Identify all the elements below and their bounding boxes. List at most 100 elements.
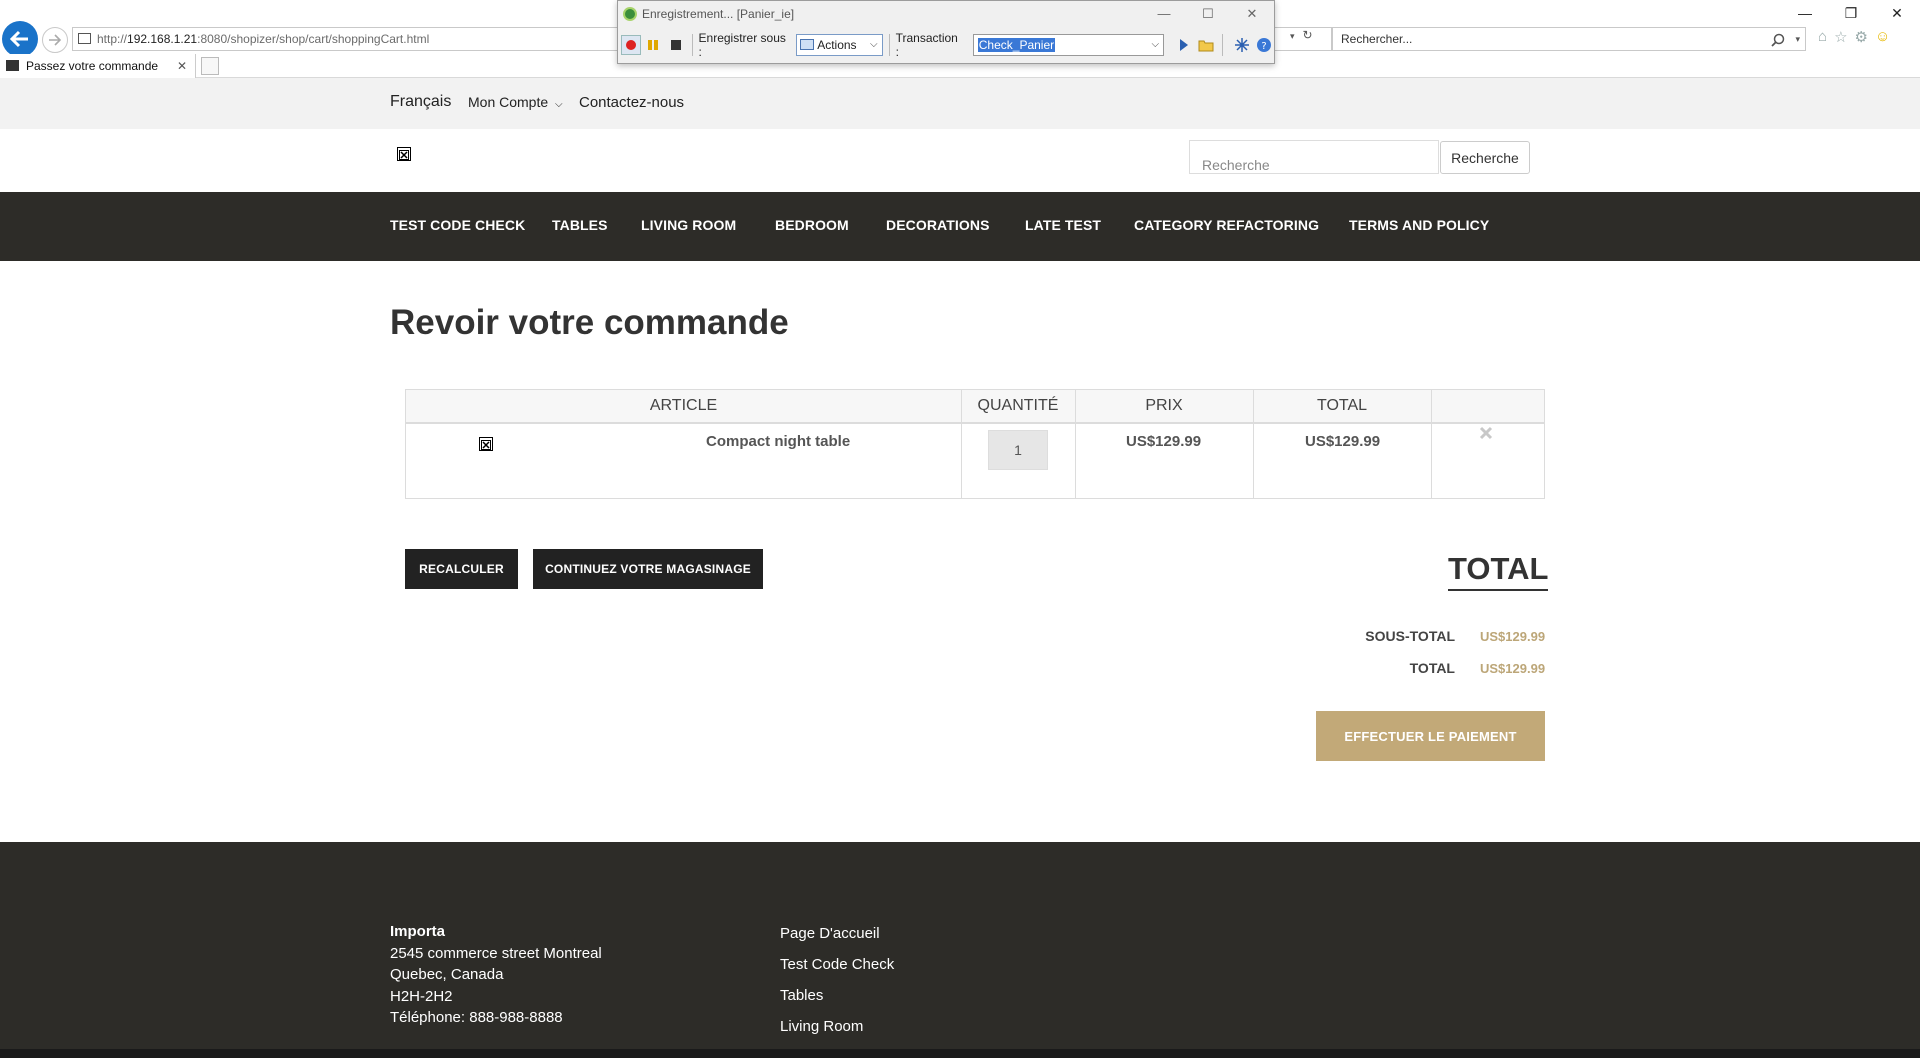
footer-link-test-code-check[interactable]: Test Code Check — [780, 956, 894, 973]
page-title: Revoir votre commande — [390, 303, 789, 342]
toolbar-separator — [691, 34, 693, 56]
record-icon[interactable] — [621, 35, 641, 55]
nav-decorations[interactable]: DECORATIONS — [886, 217, 990, 233]
account-menu[interactable]: Mon Compte ⌵ — [468, 94, 563, 110]
transaction-label: Transaction : — [895, 31, 958, 59]
back-icon[interactable] — [2, 21, 38, 57]
help-icon[interactable]: ? — [1255, 35, 1275, 55]
nav-test-code-check[interactable]: TEST CODE CHECK — [390, 217, 525, 233]
pause-icon[interactable] — [644, 35, 664, 55]
language-link[interactable]: Français — [390, 93, 451, 111]
item-total: US$129.99 — [1305, 433, 1381, 450]
window-controls: — ❐ ✕ — [1782, 0, 1920, 26]
open-folder-icon[interactable] — [1197, 35, 1217, 55]
item-price: US$129.99 — [1126, 433, 1202, 450]
address-controls: ▾ ↻ — [1290, 28, 1313, 42]
recorder-window: Enregistrement... [Panier_ie] — ☐ ✕ Enre… — [617, 0, 1275, 64]
top-bar: Français Mon Compte ⌵ Contactez-nous — [0, 78, 1920, 129]
footer-address-line: 2545 commerce street Montreal — [390, 945, 602, 962]
footer-company: Importa — [390, 923, 446, 940]
recorder-logo-icon — [623, 7, 637, 21]
footer-link-living-room[interactable]: Living Room — [780, 1018, 863, 1035]
footer-link-home[interactable]: Page D'accueil — [780, 925, 880, 942]
search-icon[interactable] — [1771, 28, 1785, 54]
toolbar-separator — [1222, 34, 1224, 56]
capture-icon[interactable] — [1232, 35, 1252, 55]
browser-toolbar-icons: ⌂ ☆ ⚙ ☺ — [1818, 28, 1890, 46]
nav-bedroom[interactable]: BEDROOM — [775, 217, 849, 233]
url-prefix: http:// — [97, 32, 128, 46]
summary-title: TOTAL — [1448, 551, 1549, 591]
cart-table-header: ARTICLE QUANTITÉ PRIX TOTAL — [406, 390, 1544, 424]
product-name-link[interactable]: Compact night table — [706, 433, 850, 450]
tab-title: Passez votre commande — [26, 59, 159, 73]
category-nav: TEST CODE CHECK TABLES LIVING ROOM BEDRO… — [0, 192, 1920, 261]
remove-item-icon[interactable] — [1479, 426, 1493, 444]
recorder-maximize-icon[interactable]: ☐ — [1186, 1, 1230, 27]
column-divider — [1431, 390, 1432, 498]
tab-close-icon[interactable]: ✕ — [177, 54, 187, 78]
site-search-button[interactable]: Recherche — [1440, 141, 1530, 174]
site-header: Recherche Recherche — [0, 129, 1920, 192]
footer-link-tables[interactable]: Tables — [780, 987, 823, 1004]
smiley-icon[interactable]: ☺ — [1875, 28, 1890, 46]
play-transaction-icon[interactable] — [1174, 35, 1194, 55]
favorites-star-icon[interactable]: ☆ — [1834, 28, 1847, 46]
url-host: 192.168.1.21 — [127, 32, 198, 46]
subtotal-label: SOUS-TOTAL — [1365, 628, 1455, 644]
subtotal-value: US$129.99 — [1480, 629, 1546, 644]
browser-search-input[interactable]: Rechercher... ▾ — [1332, 27, 1806, 51]
recorder-titlebar: Enregistrement... [Panier_ie] — ☐ ✕ — [618, 1, 1274, 27]
continue-shopping-button[interactable]: CONTINUEZ VOTRE MAGASINAGE — [533, 549, 763, 589]
chevron-down-icon: ⌵ — [870, 39, 878, 50]
search-dropdown-icon[interactable]: ▾ — [1795, 28, 1800, 50]
browser-tab[interactable]: Passez votre commande ✕ — [0, 54, 196, 78]
tab-favicon-icon — [6, 60, 19, 71]
close-icon[interactable]: ✕ — [1874, 0, 1920, 26]
save-under-label: Enregistrer sous : — [698, 31, 786, 59]
address-dropdown-icon[interactable]: ▾ — [1290, 31, 1295, 41]
forward-icon[interactable] — [42, 27, 68, 53]
column-header-quantity: QUANTITÉ — [977, 397, 1059, 414]
refresh-icon[interactable]: ↻ — [1303, 28, 1313, 42]
svg-text:?: ? — [1262, 41, 1267, 52]
column-header-price: PRIX — [1145, 397, 1183, 414]
recalculate-button[interactable]: RECALCULER — [405, 549, 518, 589]
broken-logo-image[interactable] — [397, 147, 411, 161]
site-footer: Importa 2545 commerce street Montreal Qu… — [0, 842, 1920, 1049]
broken-product-image[interactable] — [479, 437, 493, 451]
pay-button[interactable]: EFFECTUER LE PAIEMENT — [1316, 711, 1545, 761]
minimize-icon[interactable]: — — [1782, 0, 1828, 26]
quantity-input[interactable]: 1 — [988, 430, 1048, 470]
restore-icon[interactable]: ❐ — [1828, 0, 1874, 26]
screen: http://192.168.1.21:8080/shopizer/shop/c… — [0, 0, 1920, 1058]
footer-phone: Téléphone: 888-988-8888 — [390, 1009, 563, 1026]
home-icon[interactable]: ⌂ — [1818, 28, 1827, 46]
recorder-minimize-icon[interactable]: — — [1142, 1, 1186, 27]
save-under-select[interactable]: Actions ⌵ — [796, 34, 883, 56]
nav-living-room[interactable]: LIVING ROOM — [641, 217, 736, 233]
gear-icon[interactable]: ⚙ — [1855, 28, 1868, 46]
chevron-down-icon: ⌵ — [1151, 39, 1160, 50]
site-search-input[interactable]: Recherche — [1189, 140, 1439, 174]
nav-late-test[interactable]: LATE TEST — [1025, 217, 1101, 233]
nav-tables[interactable]: TABLES — [552, 217, 608, 233]
new-tab-button[interactable] — [201, 57, 219, 75]
recorder-toolbar: Enregistrer sous : Actions ⌵ Transaction… — [618, 31, 1274, 59]
stop-icon[interactable] — [666, 35, 686, 55]
save-under-value: Actions — [817, 38, 857, 52]
total-value: US$129.99 — [1480, 661, 1546, 676]
total-label: TOTAL — [1409, 660, 1455, 676]
contact-link[interactable]: Contactez-nous — [579, 94, 684, 111]
recorder-title: Enregistrement... [Panier_ie] — [642, 7, 795, 21]
column-divider — [1075, 390, 1076, 498]
nav-category-refactoring[interactable]: CATEGORY REFACTORING — [1134, 217, 1319, 233]
column-divider — [961, 390, 962, 498]
nav-terms-and-policy[interactable]: TERMS AND POLICY — [1349, 217, 1489, 233]
footer-address-line: H2H-2H2 — [390, 988, 453, 1005]
folder-icon — [800, 39, 815, 50]
taskbar — [0, 1049, 1920, 1058]
recorder-close-icon[interactable]: ✕ — [1230, 1, 1274, 27]
transaction-select[interactable]: Check_Panier ⌵ — [972, 34, 1165, 56]
url-path: :8080/shopizer/shop/cart/shoppingCart.ht… — [197, 32, 430, 46]
